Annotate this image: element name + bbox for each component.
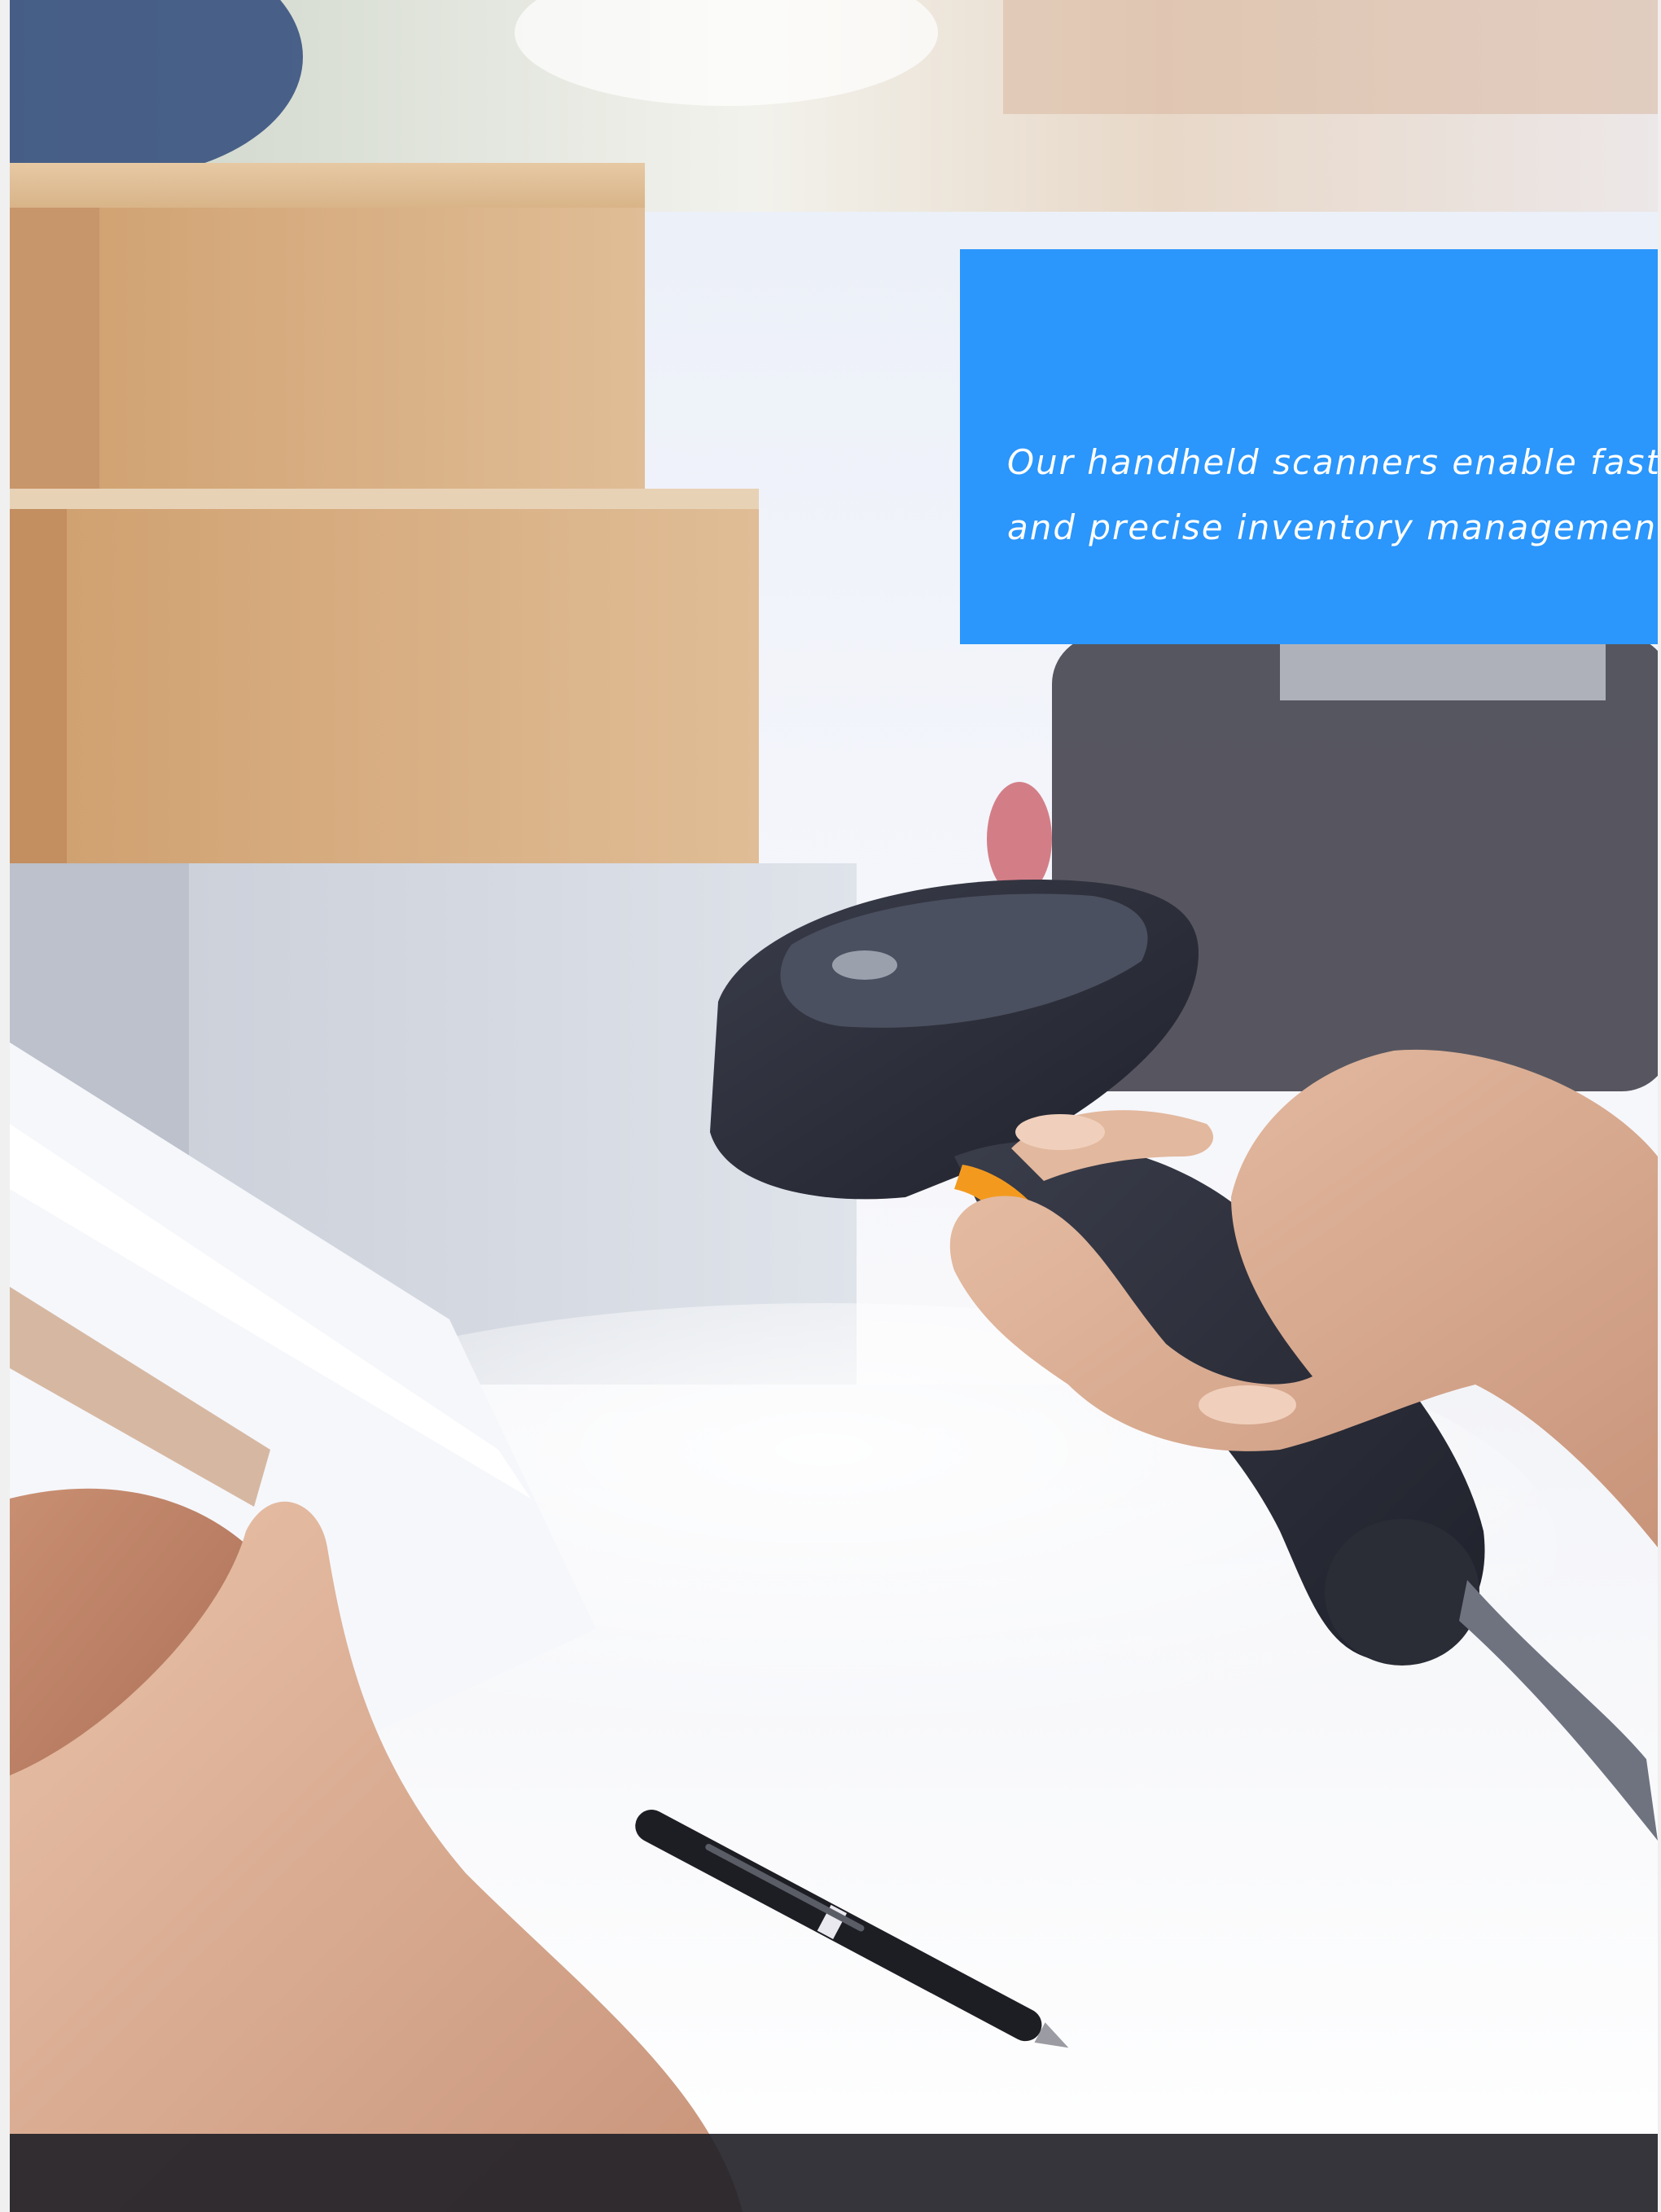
callout-text: Our handheld scanners enable fast tran a… (1007, 430, 1661, 560)
page: Our handheld scanners enable fast tran a… (0, 0, 1661, 2212)
callout-line-2: and precise inventory management. (1007, 507, 1661, 547)
callout-line-1: Our handheld scanners enable fast tran (1007, 442, 1661, 482)
page-margin-left (0, 0, 10, 2212)
page-margin-right (1658, 0, 1661, 2212)
callout-banner: Our handheld scanners enable fast tran a… (960, 249, 1661, 644)
